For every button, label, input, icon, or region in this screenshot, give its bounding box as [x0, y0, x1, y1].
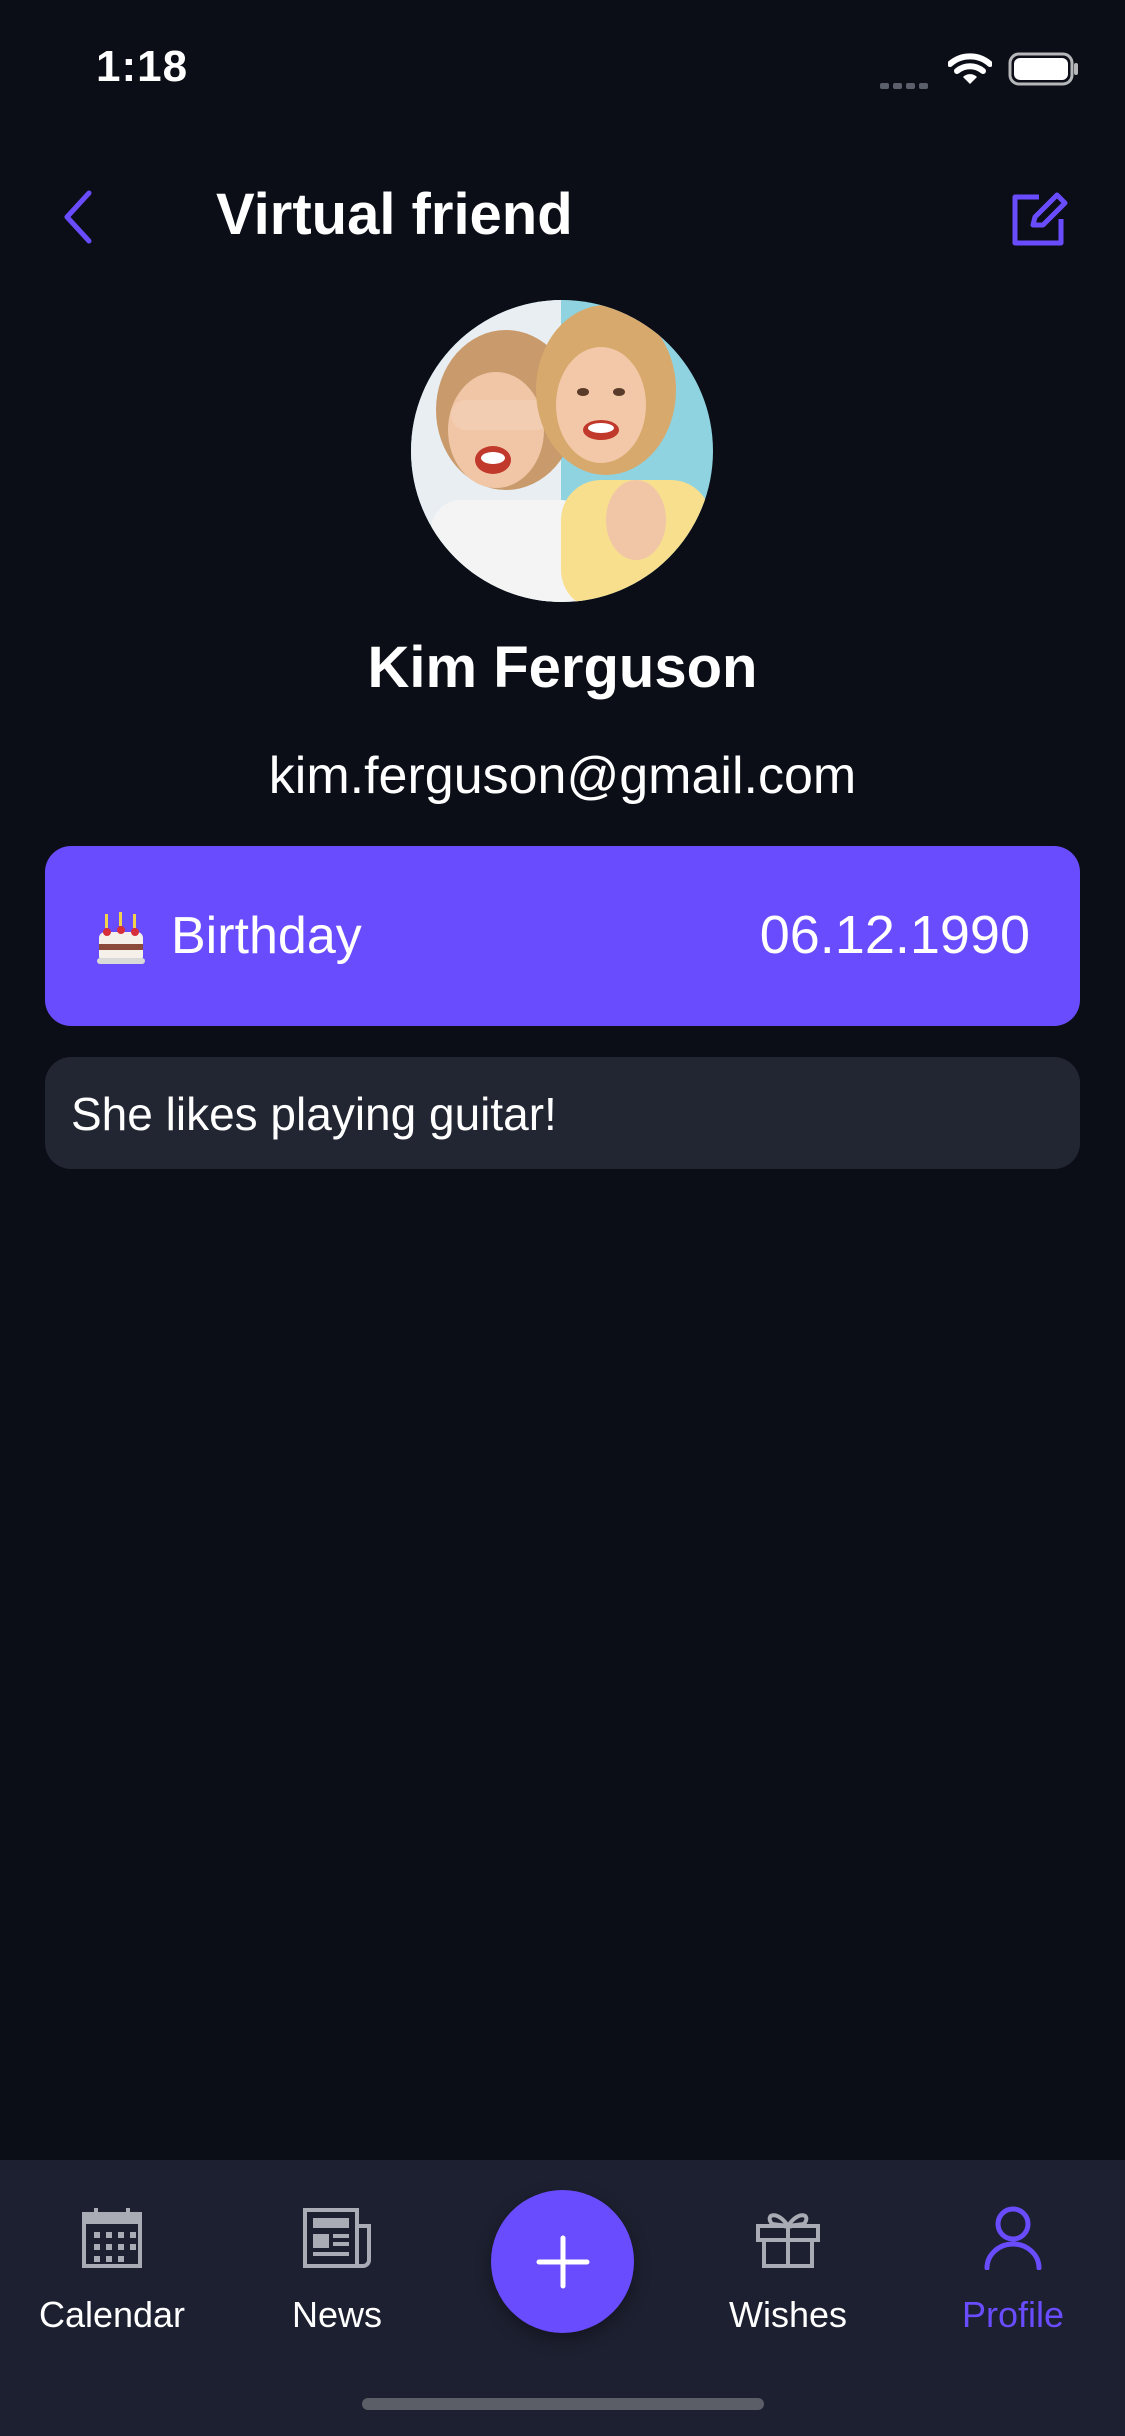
tab-bar: Calendar News Wishes Profile: [0, 2160, 1125, 2436]
edit-icon: [1012, 192, 1068, 246]
cake-icon: [97, 912, 145, 964]
newspaper-icon: [303, 2208, 371, 2268]
page-title: Virtual friend: [216, 182, 573, 247]
avatar: [411, 300, 713, 602]
wifi-icon: [947, 52, 993, 91]
note-card: She likes playing guitar!: [45, 1057, 1080, 1169]
plus-icon: [536, 2235, 589, 2288]
edit-button[interactable]: [1004, 184, 1074, 254]
tab-label-profile: Profile: [961, 2294, 1065, 2335]
person-icon: [984, 2206, 1042, 2270]
home-indicator[interactable]: [362, 2398, 764, 2410]
tab-profile[interactable]: Profile: [913, 2206, 1113, 2346]
birthday-card[interactable]: Birthday 06.12.1990: [45, 846, 1080, 1026]
tab-news[interactable]: News: [237, 2206, 437, 2346]
status-time: 1:18: [96, 42, 189, 91]
status-bar: 1:18: [0, 0, 1125, 140]
tab-label-wishes: Wishes: [728, 2294, 848, 2335]
birthday-label: Birthday: [171, 907, 362, 965]
profile-name: Kim Ferguson: [367, 635, 758, 700]
chevron-left-icon: [64, 190, 92, 244]
battery-icon: [1008, 52, 1080, 91]
calendar-icon: [82, 2208, 142, 2268]
birthday-date: 06.12.1990: [759, 905, 1030, 965]
nav-header: Virtual friend: [0, 160, 1125, 270]
tab-label-calendar: Calendar: [38, 2294, 186, 2335]
tab-label-news: News: [291, 2294, 383, 2335]
tab-calendar[interactable]: Calendar: [12, 2206, 212, 2346]
signal-icon: [880, 76, 932, 89]
note-text: She likes playing guitar!: [71, 1088, 557, 1140]
gift-icon: [756, 2213, 820, 2268]
add-button[interactable]: [491, 2190, 634, 2333]
profile-email: kim.ferguson@gmail.com: [268, 747, 857, 805]
back-button[interactable]: [46, 184, 112, 250]
tab-wishes[interactable]: Wishes: [688, 2206, 888, 2346]
